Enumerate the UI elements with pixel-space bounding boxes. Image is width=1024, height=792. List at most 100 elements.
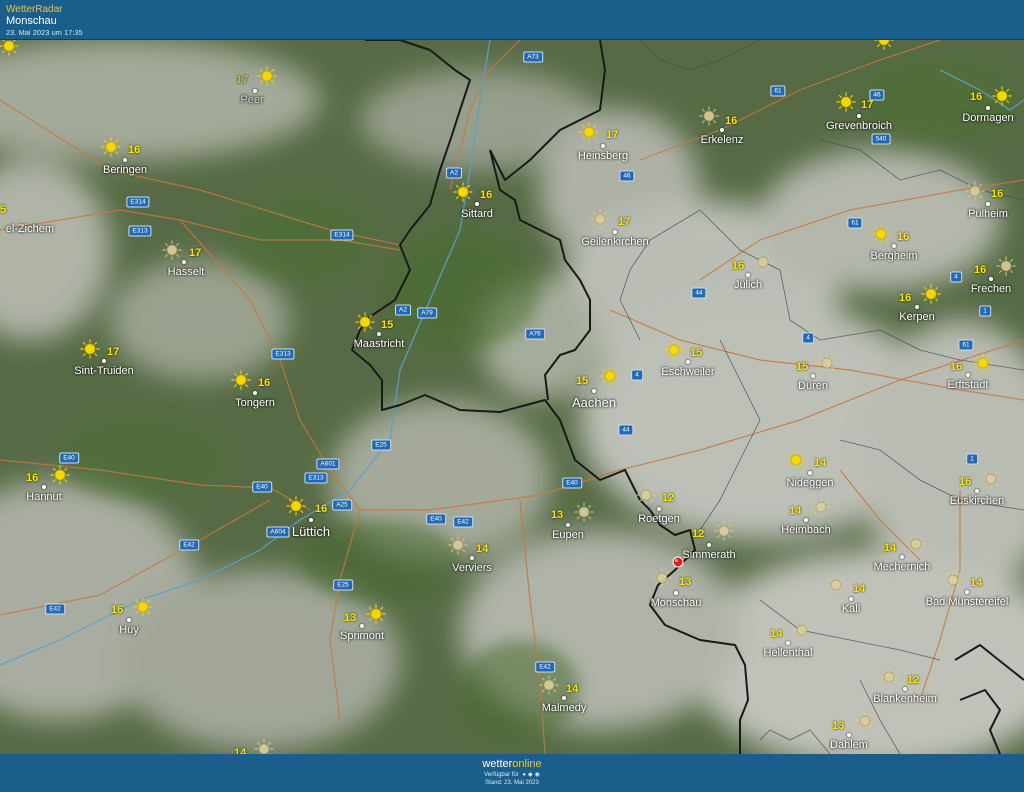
city-label[interactable]: Bad Münstereifel (926, 596, 1009, 608)
road-shield: 4 (631, 369, 643, 381)
city-label[interactable]: Mechernich (874, 561, 931, 573)
sun-icon (714, 521, 734, 541)
brand-logo[interactable]: wetteronline (0, 758, 1024, 770)
sun-icon (574, 502, 594, 522)
temperature-value: 14 (476, 543, 489, 555)
city-label[interactable]: Eupen (552, 529, 584, 541)
sun-icon (817, 353, 837, 373)
temperature-value: 15 (796, 361, 809, 373)
city-dot (102, 359, 106, 363)
temperature-value: 17 (189, 247, 202, 259)
road-shield: 1 (966, 453, 978, 465)
temperature-value: 17 (236, 74, 249, 86)
city-label[interactable]: Dahlem (830, 739, 868, 751)
city-label[interactable]: Beringen (103, 164, 147, 176)
city-dot (892, 244, 896, 248)
road-shield: E314 (126, 196, 150, 208)
city-label[interactable]: Erkelenz (701, 134, 744, 146)
city-label[interactable]: Tongern (235, 397, 275, 409)
city-label[interactable]: Erftstadt (948, 379, 989, 391)
city-dot (360, 624, 364, 628)
city-label[interactable]: Monschau (651, 597, 702, 609)
city-dot (989, 277, 993, 281)
sun-icon (699, 106, 719, 126)
temperature-value: 16 (991, 188, 1004, 200)
sun-icon (539, 675, 559, 695)
city-label[interactable]: Hasselt (168, 266, 205, 278)
city-dot (566, 523, 570, 527)
city-label[interactable]: Aachen (572, 395, 616, 410)
temperature-value: 14 (884, 542, 897, 554)
city-label[interactable]: Hannut (26, 491, 61, 503)
temperature-value: 16 (111, 604, 124, 616)
temperature-value: 16 (732, 260, 745, 272)
city-label[interactable]: Maastricht (354, 338, 405, 350)
temperature-value: 16 (480, 189, 493, 201)
road-shield: E40 (426, 513, 446, 525)
sun-icon (50, 465, 70, 485)
app-footer: wetteronline Verfügbar für ● ◆ ◉ Stand: 23… (0, 754, 1024, 792)
city-label[interactable]: Hellenthal (764, 647, 813, 659)
city-dot (966, 373, 970, 377)
city-label[interactable]: Roetgen (638, 513, 680, 525)
city-label[interactable]: Kerpen (899, 311, 934, 323)
city-label[interactable]: el-Zichem (6, 223, 54, 235)
sun-icon (453, 182, 473, 202)
city-label[interactable]: Kall (842, 603, 860, 615)
temperature-value: 14 (853, 583, 866, 595)
city-label[interactable]: Lüttich (292, 524, 330, 539)
city-label[interactable]: Nideggen (786, 477, 833, 489)
city-label[interactable]: Huy (119, 624, 139, 636)
city-dot (601, 144, 605, 148)
web-icon[interactable]: ◉ (535, 771, 540, 778)
sun-icon (231, 370, 251, 390)
temperature-value: 14 (770, 628, 783, 640)
city-label[interactable]: Sprimont (340, 630, 384, 642)
city-label[interactable]: Geilenkirchen (581, 236, 648, 248)
city-label[interactable]: Eschweiler (661, 366, 714, 378)
city-label[interactable]: Sint-Truiden (74, 365, 134, 377)
sun-icon (996, 256, 1016, 276)
city-label[interactable]: Peer (240, 94, 263, 106)
road-shield: 44 (618, 424, 634, 436)
city-label[interactable]: Euskirchen (950, 495, 1004, 507)
apple-icon[interactable]: ● (522, 772, 526, 778)
city-label[interactable]: Heimbach (781, 524, 831, 536)
temperature-value: 5 (0, 204, 7, 216)
city-label[interactable]: Simmerath (682, 549, 735, 561)
city-label[interactable]: Düren (798, 380, 828, 392)
road-shield: A601 (316, 458, 340, 470)
city-dot (986, 202, 990, 206)
road-shield: 4 (950, 271, 962, 283)
city-dot (847, 733, 851, 737)
sun-icon (792, 620, 812, 640)
sun-icon (133, 597, 153, 617)
road-shield: E40 (252, 481, 272, 493)
temperature-value: 16 (970, 91, 983, 103)
city-label[interactable]: Grevenbroich (826, 120, 892, 132)
temperature-value: 12 (662, 492, 675, 504)
temperature-value: 13 (832, 720, 845, 732)
city-label[interactable]: Bergheim (870, 250, 917, 262)
city-label[interactable]: Pulheim (968, 208, 1008, 220)
city-label[interactable]: Sittard (461, 208, 493, 220)
city-label[interactable]: Dormagen (962, 112, 1013, 124)
city-label[interactable]: Heinsberg (578, 150, 628, 162)
city-label[interactable]: Malmedy (542, 702, 587, 714)
city-label[interactable]: Verviers (452, 562, 492, 574)
android-icon[interactable]: ◆ (528, 771, 533, 778)
road-shield: 61 (770, 85, 786, 97)
city-dot (42, 485, 46, 489)
temperature-value: 14 (814, 457, 827, 469)
location-pin-icon[interactable] (672, 556, 684, 568)
city-label[interactable]: Blankenheim (873, 693, 937, 705)
location-title: Monschau (6, 15, 57, 27)
city-label[interactable]: Frechen (971, 283, 1011, 295)
city-dot (470, 556, 474, 560)
city-dot (900, 555, 904, 559)
weather-map[interactable]: Peer 17 Beringen 16 el-Zichem 5 Hasselt 17 Sint-… (0, 40, 1024, 754)
city-label[interactable]: Jülich (734, 279, 762, 291)
sun-icon (590, 209, 610, 229)
sun-icon (871, 224, 891, 244)
city-dot (903, 687, 907, 691)
